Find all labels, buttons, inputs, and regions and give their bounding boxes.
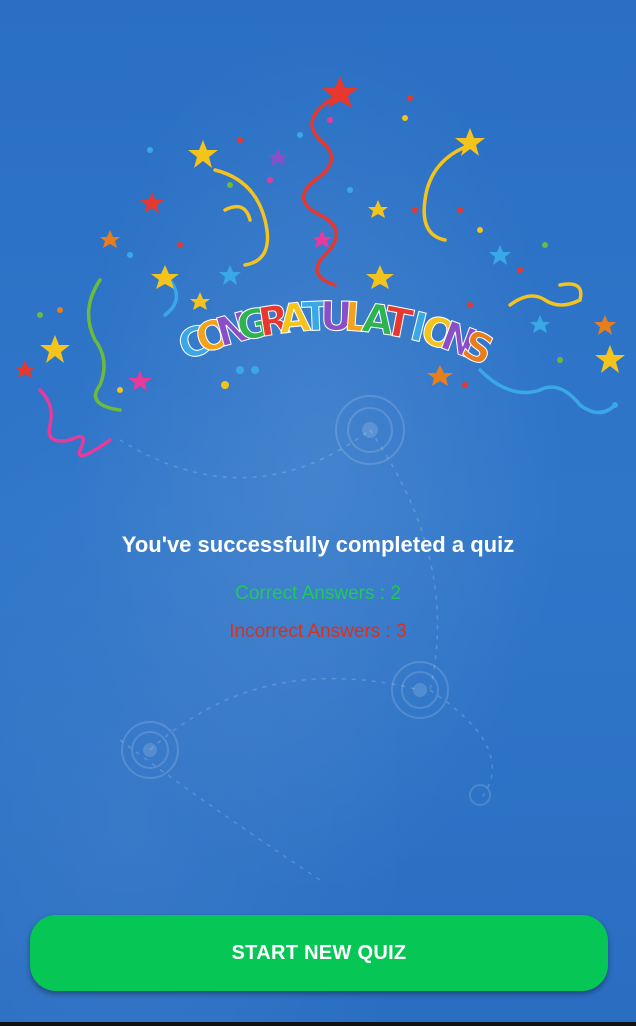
correct-answers-count: Correct Answers : 2 — [235, 583, 401, 604]
start-new-quiz-label: START NEW QUIZ — [231, 941, 407, 964]
quiz-completed-headline: You've successfully completed a quiz — [121, 532, 515, 557]
congratulations-banner: CONGRATULATIONS — [15, 76, 625, 458]
start-new-quiz-button[interactable]: START NEW QUIZ — [30, 915, 608, 991]
incorrect-answers-count: Incorrect Answers : 3 — [229, 621, 407, 642]
navigation-bar-edge — [0, 1022, 636, 1026]
